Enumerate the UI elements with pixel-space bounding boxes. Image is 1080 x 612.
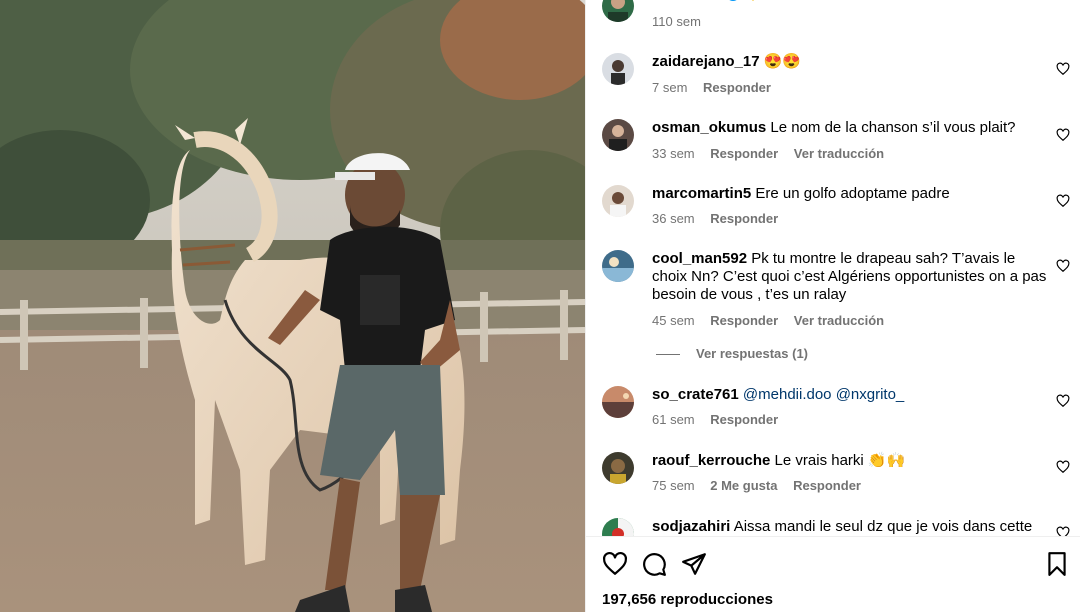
sun-icon: [752, 0, 754, 1]
username[interactable]: so_crate761: [652, 386, 739, 403]
comment-time: 36 sem: [652, 211, 695, 226]
video-frame: [0, 0, 585, 612]
reply-button[interactable]: Responder: [710, 412, 778, 427]
username[interactable]: zaidarejano_17: [652, 53, 760, 70]
avatar[interactable]: [602, 53, 634, 85]
share-icon[interactable]: [681, 551, 707, 577]
reply-button[interactable]: Responder: [710, 146, 778, 161]
heart-icon[interactable]: [1056, 394, 1070, 408]
comments-list[interactable]: nabilfekir 110 sem zaidarejano_17 😍😍 7 s…: [586, 0, 1080, 536]
avatar[interactable]: [602, 386, 634, 418]
heart-icon[interactable]: [1056, 194, 1070, 208]
comment-text: 😍😍: [763, 53, 802, 70]
reply-button[interactable]: Responder: [710, 211, 778, 226]
heart-icon[interactable]: [1056, 526, 1070, 536]
mention-link[interactable]: @mehdii.doo: [743, 386, 832, 403]
heart-icon[interactable]: [602, 551, 628, 577]
reply-button[interactable]: Responder: [703, 80, 771, 95]
verified-icon: [729, 0, 737, 1]
comment-time: 33 sem: [652, 146, 695, 161]
avatar[interactable]: [602, 185, 634, 217]
avatar[interactable]: [602, 250, 634, 282]
comment-text: Ere un golfo adoptame padre: [755, 185, 950, 202]
username[interactable]: nabilfekir: [652, 0, 719, 3]
heart-icon[interactable]: [1056, 62, 1070, 76]
action-bar: 197,656 reproducciones: [586, 536, 1080, 612]
username[interactable]: sodjazahiri: [652, 518, 730, 535]
comment-time: 61 sem: [652, 412, 695, 427]
post-video[interactable]: [0, 0, 585, 612]
heart-icon[interactable]: [1056, 460, 1070, 474]
reply-button[interactable]: Responder: [793, 478, 861, 493]
view-replies-button[interactable]: Ver respuestas (1): [656, 346, 808, 361]
username[interactable]: osman_okumus: [652, 119, 766, 136]
comment-text: Aissa mandi le seul dz que je vois dans …: [733, 518, 1033, 535]
translate-button[interactable]: Ver traducción: [794, 146, 884, 161]
comment-icon[interactable]: [641, 551, 667, 577]
avatar[interactable]: [602, 119, 634, 151]
comment-time: 7 sem: [652, 80, 688, 95]
avatar[interactable]: [602, 0, 634, 22]
heart-icon[interactable]: [1056, 259, 1070, 273]
reply-button[interactable]: Responder: [710, 313, 778, 328]
avatar[interactable]: [602, 518, 634, 536]
avatar[interactable]: [602, 452, 634, 484]
likes-count[interactable]: 2 Me gusta: [710, 478, 777, 493]
translate-button[interactable]: Ver traducción: [794, 313, 884, 328]
mention-link[interactable]: @nxgrito_: [836, 386, 905, 403]
bookmark-icon[interactable]: [1044, 551, 1070, 577]
comment-time: 45 sem: [652, 313, 695, 328]
comment-text: Le nom de la chanson s’il vous plait?: [770, 119, 1016, 136]
comment-time: 75 sem: [652, 478, 695, 493]
username[interactable]: raouf_kerrouche: [652, 452, 770, 469]
views-count: 197,656 reproducciones: [602, 591, 773, 608]
divider: [656, 354, 680, 356]
username[interactable]: marcomartin5: [652, 185, 751, 202]
username[interactable]: cool_man592: [652, 250, 747, 267]
heart-icon[interactable]: [1056, 128, 1070, 142]
comment-time: 110 sem: [652, 14, 701, 29]
comment-text: Le vrais harki 👏🙌: [774, 452, 906, 469]
comments-panel: nabilfekir 110 sem zaidarejano_17 😍😍 7 s…: [585, 0, 1080, 612]
